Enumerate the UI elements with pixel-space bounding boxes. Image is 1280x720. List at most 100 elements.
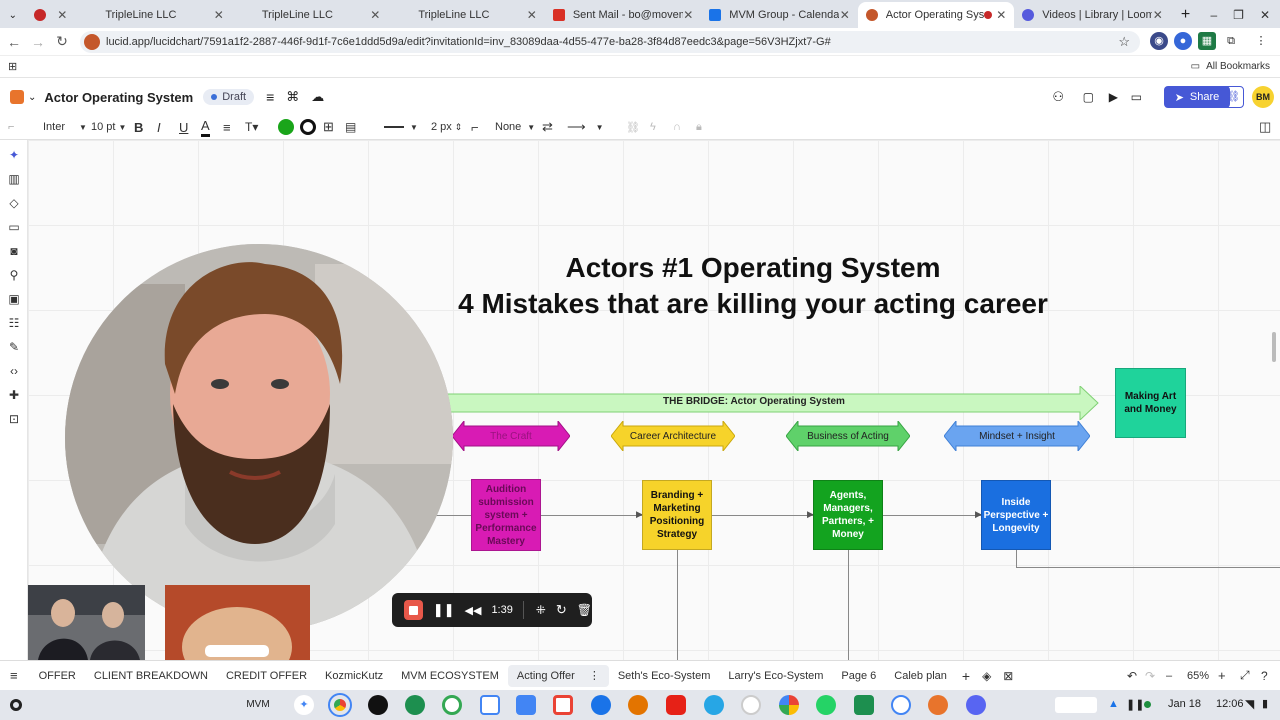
youtube-icon[interactable] [666,695,686,715]
comment-icon[interactable]: ▢ [1083,90,1094,104]
video-icon[interactable]: ▭ [1131,90,1142,104]
forward-icon[interactable]: → [26,34,50,50]
close-icon[interactable]: ✕ [996,8,1006,22]
scrollbar-thumb[interactable] [1272,332,1276,362]
line-width-select[interactable]: 2 px ⇕ [431,114,462,140]
database-icon[interactable]: ☷ [7,316,21,330]
extension-icon[interactable]: ▦ [1198,32,1216,50]
cloud-icon[interactable]: ☁ [311,89,324,105]
trash-icon[interactable]: 🗑︎ [577,603,592,617]
panel-toggle-icon[interactable]: ◫ [1259,114,1271,140]
arrow-end-select[interactable]: ⟶ ▼ [567,114,604,140]
extension-icon[interactable]: ● [1174,32,1192,50]
app-icon[interactable] [628,695,648,715]
close-icon[interactable]: ✕ [370,8,380,22]
tab-tripleline-1[interactable]: TripleLine LLC ✕ [75,2,231,28]
zoom-out-icon[interactable]: – [1166,670,1172,682]
app-icon[interactable] [442,695,462,715]
draw-grid-icon[interactable]: ⁜ [536,603,546,617]
page-list-icon[interactable]: ≡ [10,668,18,683]
magic-wand-icon[interactable]: ⚲ [7,268,21,282]
chevron-down-icon[interactable]: ⌄ [28,92,36,103]
code-icon[interactable]: ‹› [7,364,21,378]
tab-tripleline-2[interactable]: TripleLine LLC ✕ [232,2,388,28]
photos-icon[interactable] [779,695,799,715]
battery-icon[interactable]: ▮ [1262,697,1268,710]
app-icon[interactable] [741,695,761,715]
undo-icon[interactable]: ↶ [1127,669,1137,683]
minimize-icon[interactable]: – [1210,8,1217,22]
tab-calendar[interactable]: MVM Group - Calendar - Week ✕ [701,2,857,28]
career-box[interactable]: Branding + Marketing Positioning Strateg… [642,480,712,550]
tab-pinned[interactable]: ✕ [26,2,76,28]
font-family-select[interactable]: Inter ▼ [43,114,87,140]
extension-icon[interactable]: ◉ [1150,32,1168,50]
app-icon[interactable] [891,695,911,715]
tab-sent-mail[interactable]: Sent Mail - bo@movementgro ✕ [545,2,701,28]
lucid-app-icon[interactable] [928,695,948,715]
frame-icon[interactable]: ▭ [7,220,21,234]
image-icon[interactable]: ▤ [345,114,356,140]
container-icon[interactable]: ∩ [673,114,681,140]
page-tab[interactable]: KozmicKutz [316,665,392,687]
page-tab[interactable]: CLIENT BREAKDOWN [85,665,217,687]
search-shape-icon[interactable]: ⊡ [7,412,21,426]
italic-button[interactable]: I [157,114,161,140]
page-tab[interactable]: Larry's Eco-System [719,665,832,687]
site-info-icon[interactable] [84,34,100,50]
calendar-app-icon[interactable] [480,695,500,715]
page-tab[interactable]: OFFER [30,665,85,687]
gmail-app-icon[interactable] [553,695,573,715]
page-tab-active[interactable]: Acting Offer ⋮ [507,664,609,687]
clock-time[interactable]: 12:06 [1216,698,1244,710]
help-icon[interactable]: ? [1261,669,1268,683]
image-thumbnail[interactable] [165,585,310,660]
pause-tray-icon[interactable]: ❚❚ [1126,698,1144,711]
close-icon[interactable]: ✕ [840,8,850,22]
new-tab-button[interactable]: + [1171,2,1201,28]
app-icon[interactable] [854,695,874,715]
whatsapp-icon[interactable] [816,695,836,715]
line-color-button[interactable] [300,119,316,135]
data-icon[interactable]: ◙ [7,244,21,258]
close-icon[interactable]: ✕ [527,8,537,22]
line-end-select[interactable]: None ▼ [495,114,535,140]
align-icon[interactable]: ≡ [223,114,231,140]
apps-grid-icon[interactable]: ⊞ [8,60,17,73]
swap-direction-icon[interactable]: ⇄ [542,114,553,140]
present-icon[interactable]: ▶ [1109,90,1118,104]
wifi-icon[interactable]: ◥ [1245,697,1254,711]
diagram-title[interactable]: Actors #1 Operating System [458,252,1048,284]
close-icon[interactable]: ✕ [1153,8,1163,22]
underline-button[interactable]: U [179,114,188,140]
page-tab[interactable]: MVM ECOSYSTEM [392,665,508,687]
link-icon[interactable]: ⛓ [1222,86,1244,108]
more-menu-icon[interactable]: ⋮ [1252,32,1270,50]
text-color-button[interactable]: A [201,117,210,137]
close-window-icon[interactable]: ✕ [1260,8,1270,22]
tab-search-button[interactable]: ⌄ [0,2,26,28]
tab-tripleline-3[interactable]: TripleLine LLC ✕ [388,2,544,28]
telegram-icon[interactable] [704,695,724,715]
pause-button[interactable]: ❚❚ [433,602,455,618]
border-icon[interactable]: ⊞ [323,114,334,140]
app-icon[interactable] [591,695,611,715]
pin-icon[interactable]: ✎ [7,340,21,354]
page-settings-icon[interactable]: ⊠ [1003,669,1013,683]
omnibox[interactable]: lucid.app/lucidchart/7591a1f2-2887-446f-… [80,31,1140,53]
lucid-logo-icon[interactable] [10,90,24,104]
launcher-icon[interactable] [10,699,22,711]
image-icon[interactable]: ▣ [7,292,21,306]
format-painter-icon[interactable]: ⌐ [8,114,14,140]
add-page-button[interactable]: + [962,668,970,684]
action-icon[interactable]: ϟ [650,114,656,140]
redo-icon[interactable]: ↷ [1145,669,1155,683]
collaborators-icon[interactable]: ⚇ [1052,89,1064,105]
tab-loom[interactable]: Videos | Library | Loom ✕ [1014,2,1170,28]
tab-actor-operating-system[interactable]: Actor Operating System: Lu ✕ [857,2,1015,28]
avatar[interactable]: BM [1252,86,1274,108]
clock-date[interactable]: Jan 18 [1168,698,1201,710]
menu-icon[interactable]: ≡ [266,89,274,105]
shapes-icon[interactable]: ◇ [7,196,21,210]
layers-icon[interactable]: ◈ [982,669,991,683]
